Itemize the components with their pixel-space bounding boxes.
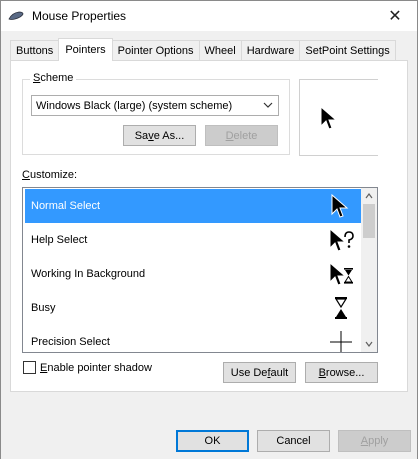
arrow-cursor-icon — [320, 106, 338, 130]
scheme-selected-value: Windows Black (large) (system scheme) — [36, 99, 233, 112]
tab-buttons[interactable]: Buttons — [10, 40, 60, 61]
list-item[interactable]: Help Select — [25, 223, 362, 257]
tab-setpoint-settings[interactable]: SetPoint Settings — [299, 40, 396, 61]
pointer-shadow-checkbox[interactable] — [23, 361, 36, 374]
tab-bar: Buttons Pointers Pointer Options Wheel H… — [10, 38, 396, 61]
apply-button[interactable]: Apply — [338, 430, 411, 452]
scroll-up-icon[interactable] — [361, 188, 377, 204]
hourglass-icon — [334, 297, 348, 319]
help-cursor-icon — [329, 227, 354, 252]
list-item[interactable]: Normal Select — [25, 189, 362, 223]
list-item[interactable]: Busy — [25, 291, 362, 325]
chevron-down-icon — [263, 99, 273, 111]
list-item-label: Precision Select — [31, 336, 110, 348]
delete-button[interactable]: Delete — [205, 125, 278, 146]
save-as-button[interactable]: Sa v e As... — [123, 125, 196, 146]
tab-pointer-options[interactable]: Pointer Options — [111, 40, 200, 61]
arrow-cursor-icon — [331, 193, 349, 218]
list-item-label: Normal Select — [31, 200, 101, 212]
scheme-label: Scheme — [30, 72, 77, 84]
use-default-button[interactable]: Use De f ault — [223, 362, 296, 383]
cancel-button[interactable]: Cancel — [257, 430, 330, 452]
tab-wheel[interactable]: Wheel — [198, 40, 242, 61]
customize-label: Customize: — [22, 169, 78, 181]
working-cursor-icon — [329, 261, 353, 286]
tab-pointers[interactable]: Pointers — [58, 38, 113, 61]
ok-button[interactable]: OK — [176, 430, 249, 452]
scroll-down-icon[interactable] — [361, 336, 377, 352]
list-item[interactable]: Working In Background — [25, 257, 362, 291]
list-scrollbar[interactable] — [361, 188, 377, 352]
list-item[interactable]: Precision Select — [25, 325, 362, 352]
cursor-list[interactable]: Normal Select Help Select Working In Bac… — [22, 187, 378, 353]
tab-hardware[interactable]: Hardware — [240, 40, 301, 61]
pointer-shadow-option[interactable]: Enable pointer shadow — [23, 361, 152, 374]
title-bar: Mouse Properties ✕ — [1, 1, 417, 31]
mouse-properties-window: Mouse Properties ✕ Buttons Pointers Poin… — [0, 0, 418, 459]
browse-button[interactable]: Browse... — [305, 362, 378, 383]
list-item-label: Busy — [31, 302, 56, 314]
mouse-app-icon — [7, 10, 29, 22]
list-item-label: Help Select — [31, 234, 88, 246]
scheme-dropdown[interactable]: Windows Black (large) (system scheme) — [31, 95, 279, 116]
pointer-shadow-label: Enable pointer shadow — [40, 361, 152, 374]
list-item-label: Working In Background — [31, 268, 146, 280]
scroll-thumb[interactable] — [363, 204, 375, 238]
close-icon[interactable]: ✕ — [373, 1, 417, 31]
window-title: Mouse Properties — [32, 9, 127, 23]
cursor-preview — [299, 79, 378, 156]
crosshair-icon — [330, 331, 352, 352]
